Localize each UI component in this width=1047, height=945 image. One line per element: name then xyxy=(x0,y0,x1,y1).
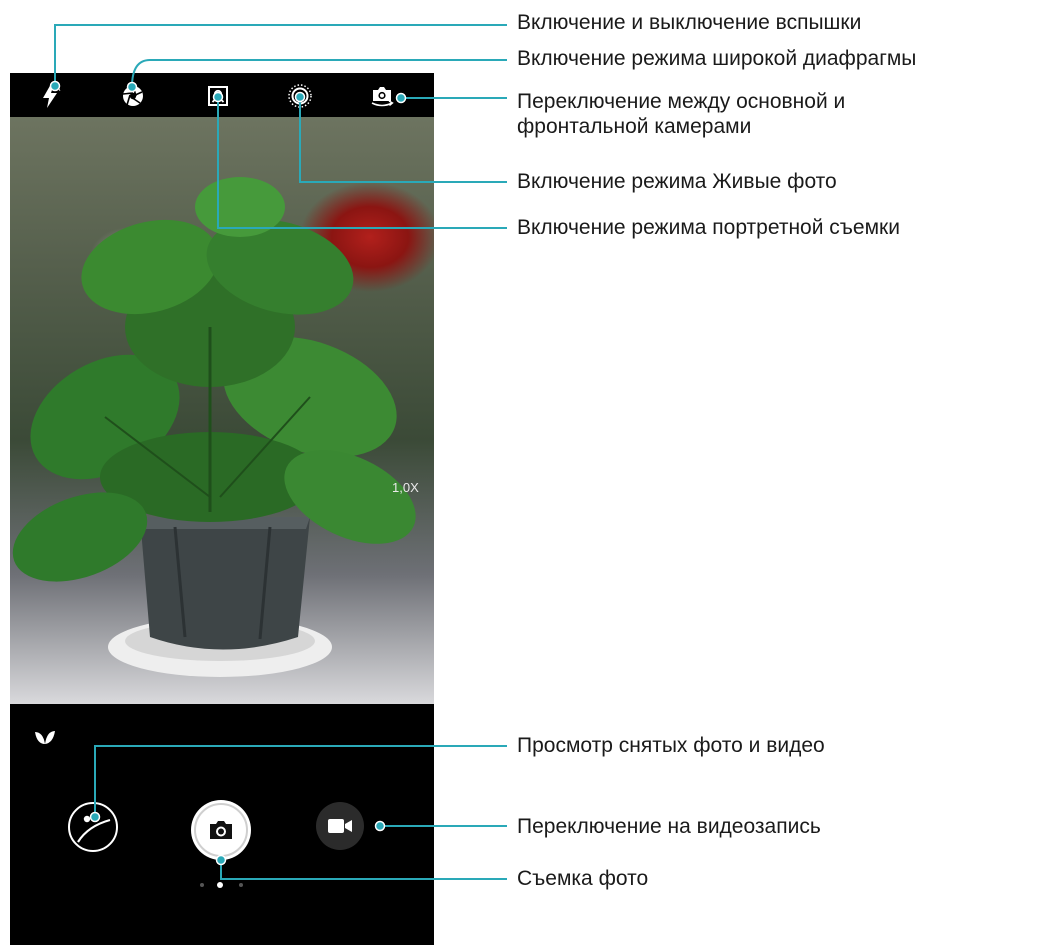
label-portrait: Включение режима портретной съемки xyxy=(517,216,900,239)
bottom-control-bar xyxy=(10,704,434,945)
label-switch-camera-line1: Переключение между основной и xyxy=(517,90,846,113)
zoom-level[interactable]: 1,0X xyxy=(392,480,419,495)
label-live-photo: Включение режима Живые фото xyxy=(517,170,837,193)
video-icon xyxy=(328,819,352,833)
pager-dot xyxy=(239,883,243,887)
label-switch-camera-line2: фронтальной камерами xyxy=(517,115,752,138)
shutter-button[interactable] xyxy=(191,800,251,860)
label-flash: Включение и выключение вспышки xyxy=(517,11,862,34)
flash-auto-icon[interactable]: A xyxy=(36,81,66,111)
gallery-button[interactable] xyxy=(68,802,118,852)
label-aperture: Включение режима широкой диафрагмы xyxy=(517,47,917,70)
video-mode-button[interactable] xyxy=(316,802,364,850)
gallery-icon xyxy=(77,815,111,843)
pager-dot-active xyxy=(217,882,223,888)
switch-camera-icon[interactable] xyxy=(367,81,397,111)
label-video: Переключение на видеозапись xyxy=(517,815,821,838)
svg-text:A: A xyxy=(55,84,61,93)
shutter-inner-ring xyxy=(194,803,248,857)
live-photo-icon[interactable] xyxy=(285,81,315,111)
viewfinder-scene xyxy=(12,177,416,677)
top-control-bar: A xyxy=(10,73,434,117)
label-gallery: Просмотр снятых фото и видео xyxy=(517,734,825,757)
camera-screen: A 1,0X xyxy=(10,73,434,945)
leaf-icon[interactable] xyxy=(34,730,56,751)
portrait-icon[interactable] xyxy=(203,81,233,111)
label-shutter: Съемка фото xyxy=(517,867,649,890)
viewfinder[interactable]: 1,0X xyxy=(10,117,434,704)
aperture-icon[interactable] xyxy=(118,81,148,111)
pager-dot xyxy=(200,883,204,887)
camera-icon xyxy=(210,821,232,839)
